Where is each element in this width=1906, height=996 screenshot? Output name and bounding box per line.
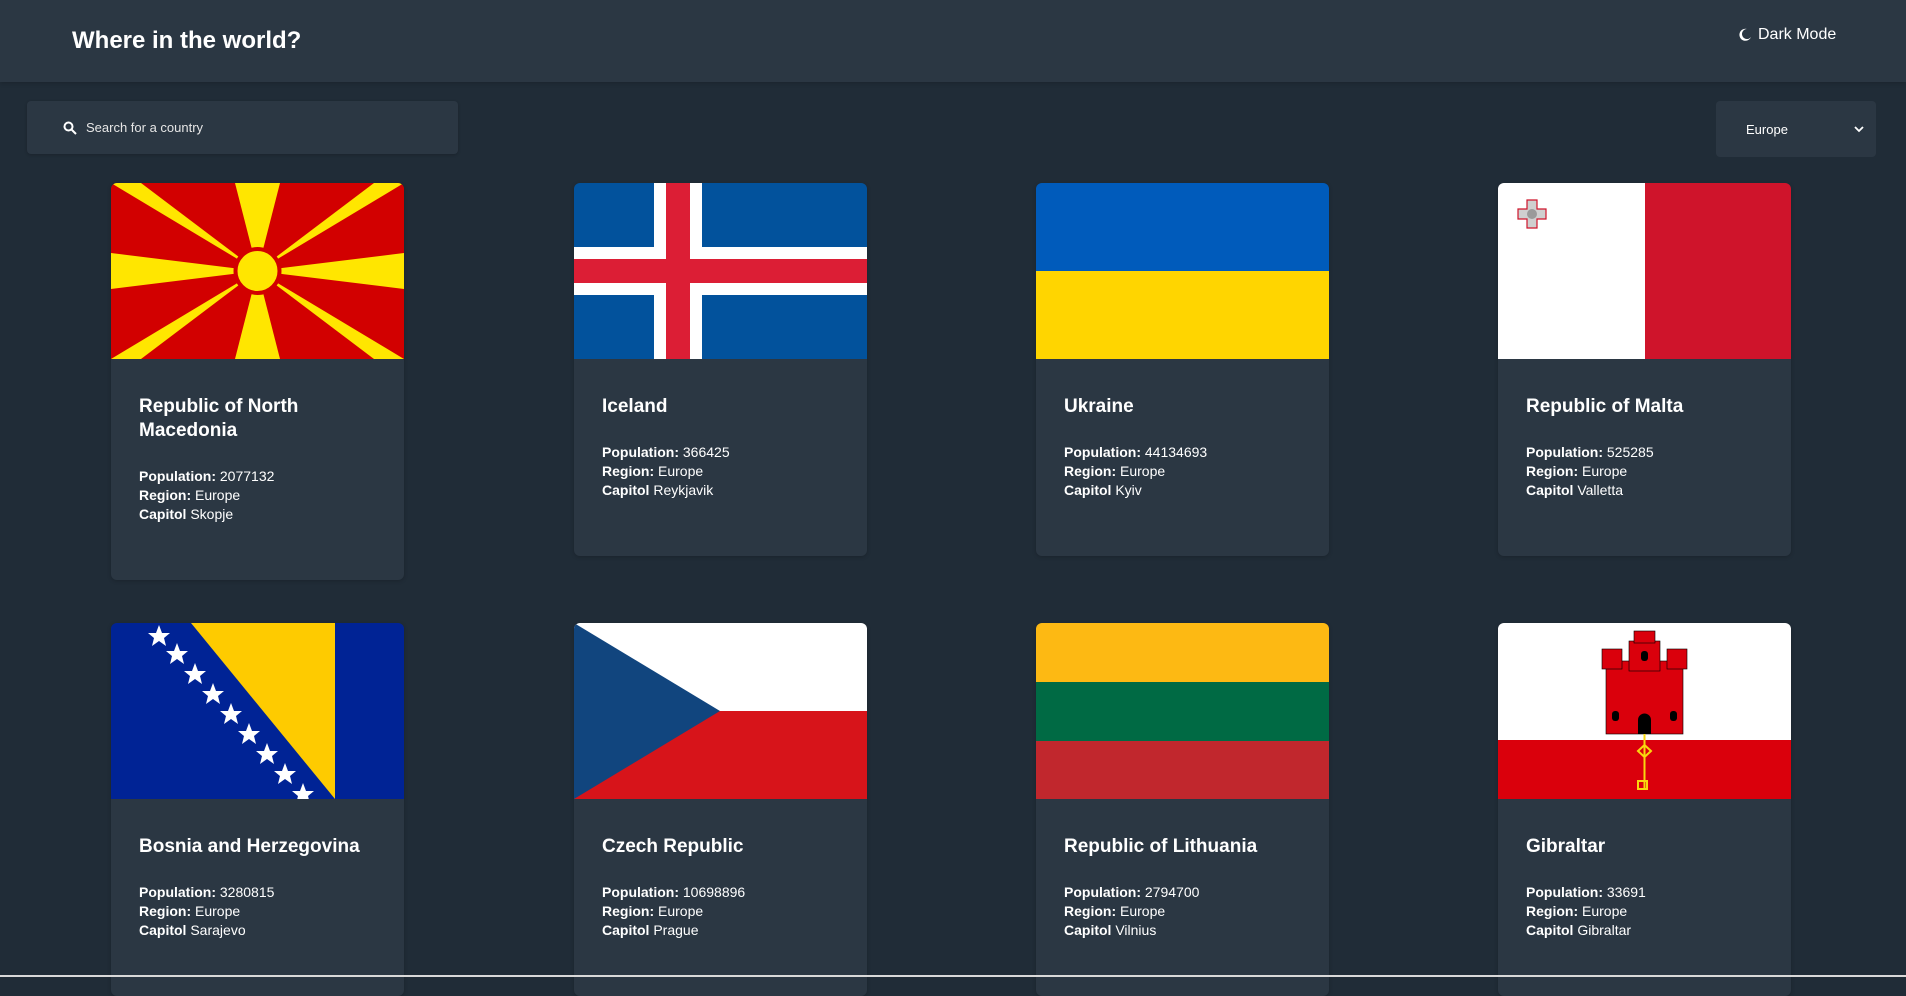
population-row: Population: 366425 xyxy=(602,444,730,460)
flag-bosnia-herzegovina xyxy=(111,623,404,799)
capital-row: Capitol Sarajevo xyxy=(139,922,246,938)
population-row: Population: 33691 xyxy=(1526,884,1646,900)
region-row: Region: Europe xyxy=(1526,903,1628,919)
flag-north-macedonia xyxy=(111,183,404,359)
country-name: Ukraine xyxy=(1064,396,1134,417)
country-card[interactable]: Gibraltar Population: 33691 Region: Euro… xyxy=(1498,623,1791,996)
flag-iceland xyxy=(574,183,867,359)
country-card[interactable]: Bosnia and Herzegovina Population: 32808… xyxy=(111,623,404,996)
country-name: Gibraltar xyxy=(1526,836,1606,857)
capital-row: Capitol Reykjavik xyxy=(602,482,714,498)
population-row: Population: 10698896 xyxy=(602,884,746,900)
country-name: Republic of North Macedonia xyxy=(139,396,299,441)
region-row: Region: Europe xyxy=(602,903,704,919)
search-input[interactable] xyxy=(84,119,428,136)
top-nav-bar: Where in the world? Dark Mode xyxy=(0,0,1906,82)
region-row: Region: Europe xyxy=(1064,903,1166,919)
country-card[interactable]: Czech Republic Population: 10698896 Regi… xyxy=(574,623,867,996)
region-row: Region: Europe xyxy=(139,903,241,919)
country-name: Republic of Malta xyxy=(1526,396,1684,417)
country-name: Czech Republic xyxy=(602,836,744,857)
capital-row: Capitol Gibraltar xyxy=(1526,922,1632,938)
search-icon xyxy=(63,121,77,135)
search-bar[interactable] xyxy=(27,101,458,154)
flag-lithuania xyxy=(1036,623,1329,799)
capital-row: Capitol Kyiv xyxy=(1064,482,1142,498)
country-name: Bosnia and Herzegovina xyxy=(139,836,360,857)
population-row: Population: 2794700 xyxy=(1064,884,1200,900)
region-row: Region: Europe xyxy=(1064,463,1166,479)
country-card[interactable]: Republic of North Macedonia Population: … xyxy=(111,183,404,580)
population-row: Population: 2077132 xyxy=(139,468,275,484)
region-row: Region: Europe xyxy=(1526,463,1628,479)
flag-czech-republic xyxy=(574,623,867,799)
region-filter-select[interactable]: Europe xyxy=(1716,101,1876,157)
country-card[interactable]: Ukraine Population: 44134693 Region: Eur… xyxy=(1036,183,1329,556)
chevron-down-icon xyxy=(1854,126,1864,133)
population-row: Population: 44134693 xyxy=(1064,444,1208,460)
region-filter-value: Europe xyxy=(1746,121,1788,137)
capital-row: Capitol Valletta xyxy=(1526,482,1624,498)
country-card[interactable]: Republic of Lithuania Population: 279470… xyxy=(1036,623,1329,996)
dark-mode-toggle[interactable]: Dark Mode xyxy=(1738,26,1836,44)
flag-malta xyxy=(1498,183,1791,359)
flag-ukraine xyxy=(1036,183,1329,359)
capital-row: Capitol Prague xyxy=(602,922,699,938)
country-card[interactable]: Republic of Malta Population: 525285 Reg… xyxy=(1498,183,1791,556)
population-row: Population: 3280815 xyxy=(139,884,275,900)
moon-icon xyxy=(1739,28,1751,41)
country-name: Iceland xyxy=(602,396,668,417)
capital-row: Capitol Vilnius xyxy=(1064,922,1157,938)
capital-row: Capitol Skopje xyxy=(139,506,234,522)
country-name: Republic of Lithuania xyxy=(1064,836,1258,857)
population-row: Population: 525285 xyxy=(1526,444,1654,460)
region-row: Region: Europe xyxy=(602,463,704,479)
flag-gibraltar xyxy=(1498,623,1791,799)
app-title: Where in the world? xyxy=(72,27,302,54)
dark-mode-label: Dark Mode xyxy=(1758,26,1837,43)
region-row: Region: Europe xyxy=(139,487,241,503)
country-card[interactable]: Iceland Population: 366425 Region: Europ… xyxy=(574,183,867,556)
